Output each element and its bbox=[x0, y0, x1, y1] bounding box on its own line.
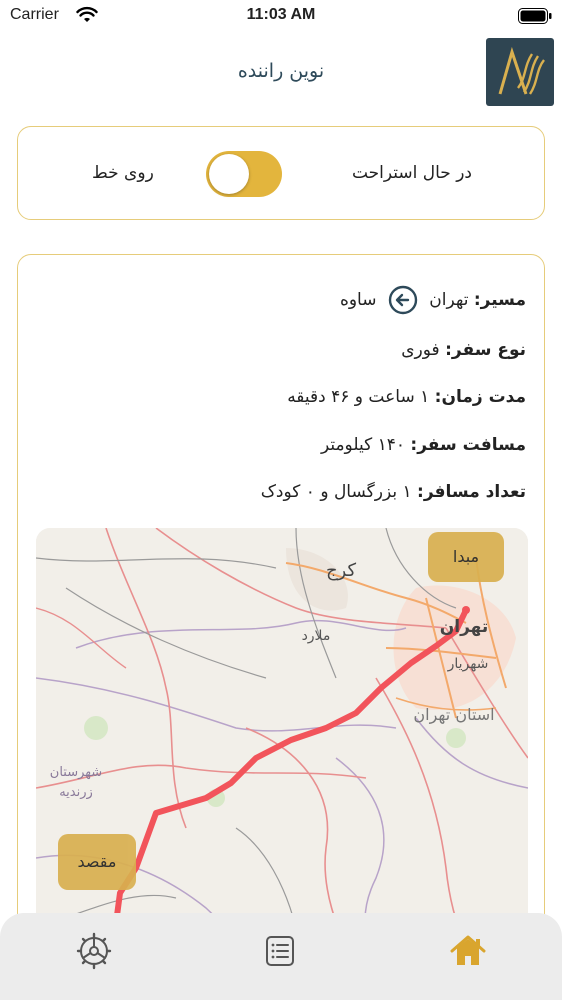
distance-label: مسافت سفر: bbox=[410, 435, 526, 455]
online-toggle[interactable] bbox=[206, 151, 282, 197]
clock: 11:03 AM bbox=[246, 6, 316, 23]
map-label-karaj: کرج bbox=[326, 560, 357, 581]
trip-type-label: نوع سفر: bbox=[445, 340, 526, 360]
map-label-tehran-province: استان تهران bbox=[413, 705, 494, 725]
online-label: روی خط bbox=[92, 163, 154, 183]
driver-status-card: در حال استراحت روی خط bbox=[17, 126, 545, 220]
destination-marker[interactable]: مقصد bbox=[58, 834, 136, 890]
passengers-value: ۱ بزرگسال و ۰ کودک bbox=[260, 482, 412, 502]
route-map[interactable]: کرج تهران ملارد شهریار استان تهران شهرست… bbox=[36, 528, 528, 954]
origin-marker[interactable]: مبدا bbox=[428, 532, 504, 582]
trip-type-row: نوع سفر: فوری bbox=[401, 340, 526, 360]
resting-label: در حال استراحت bbox=[351, 163, 472, 183]
app-logo-icon bbox=[486, 38, 554, 106]
battery-icon bbox=[518, 8, 552, 24]
map-label-tehran: تهران bbox=[440, 617, 489, 637]
arrow-left-circle-icon bbox=[388, 285, 418, 315]
duration-label: مدت زمان: bbox=[434, 387, 526, 407]
map-label-shahriar: شهریار bbox=[447, 656, 489, 672]
passengers-label: تعداد مسافر: bbox=[417, 482, 526, 502]
list-icon[interactable] bbox=[260, 931, 300, 971]
map-label-malard: ملارد bbox=[302, 628, 331, 644]
duration-row: مدت زمان: ۱ ساعت و ۴۶ دقیقه bbox=[287, 387, 526, 407]
map-label-county: شهرستان bbox=[50, 765, 102, 780]
trip-card[interactable]: مسیر: تهران ساوه نوع سفر: فوری مدت زمان:… bbox=[17, 254, 545, 954]
app-header: نوین راننده bbox=[0, 36, 562, 108]
status-bar: Carrier 11:03 AM bbox=[0, 0, 562, 32]
route-from: تهران bbox=[429, 290, 469, 310]
home-icon[interactable] bbox=[448, 931, 488, 971]
route-to: ساوه bbox=[339, 290, 377, 310]
origin-dot bbox=[462, 606, 470, 614]
route-row: مسیر: تهران ساوه bbox=[340, 285, 526, 315]
trip-type-value: فوری bbox=[401, 340, 440, 360]
toggle-knob[interactable] bbox=[209, 154, 249, 194]
duration-value: ۱ ساعت و ۴۶ دقیقه bbox=[287, 387, 430, 407]
distance-row: مسافت سفر: ۱۴۰ کیلومتر bbox=[321, 435, 526, 455]
distance-value: ۱۴۰ کیلومتر bbox=[320, 435, 405, 455]
map-label-zarandieh: زرندیه bbox=[59, 785, 93, 800]
map-canvas[interactable]: کرج تهران ملارد شهریار استان تهران شهرست… bbox=[36, 528, 528, 954]
passengers-row: تعداد مسافر: ۱ بزرگسال و ۰ کودک bbox=[261, 482, 526, 502]
settings-gear-icon[interactable] bbox=[74, 931, 114, 971]
page-title: نوین راننده bbox=[237, 60, 325, 82]
tab-bar bbox=[0, 913, 562, 1000]
route-label: مسیر: bbox=[473, 290, 526, 310]
